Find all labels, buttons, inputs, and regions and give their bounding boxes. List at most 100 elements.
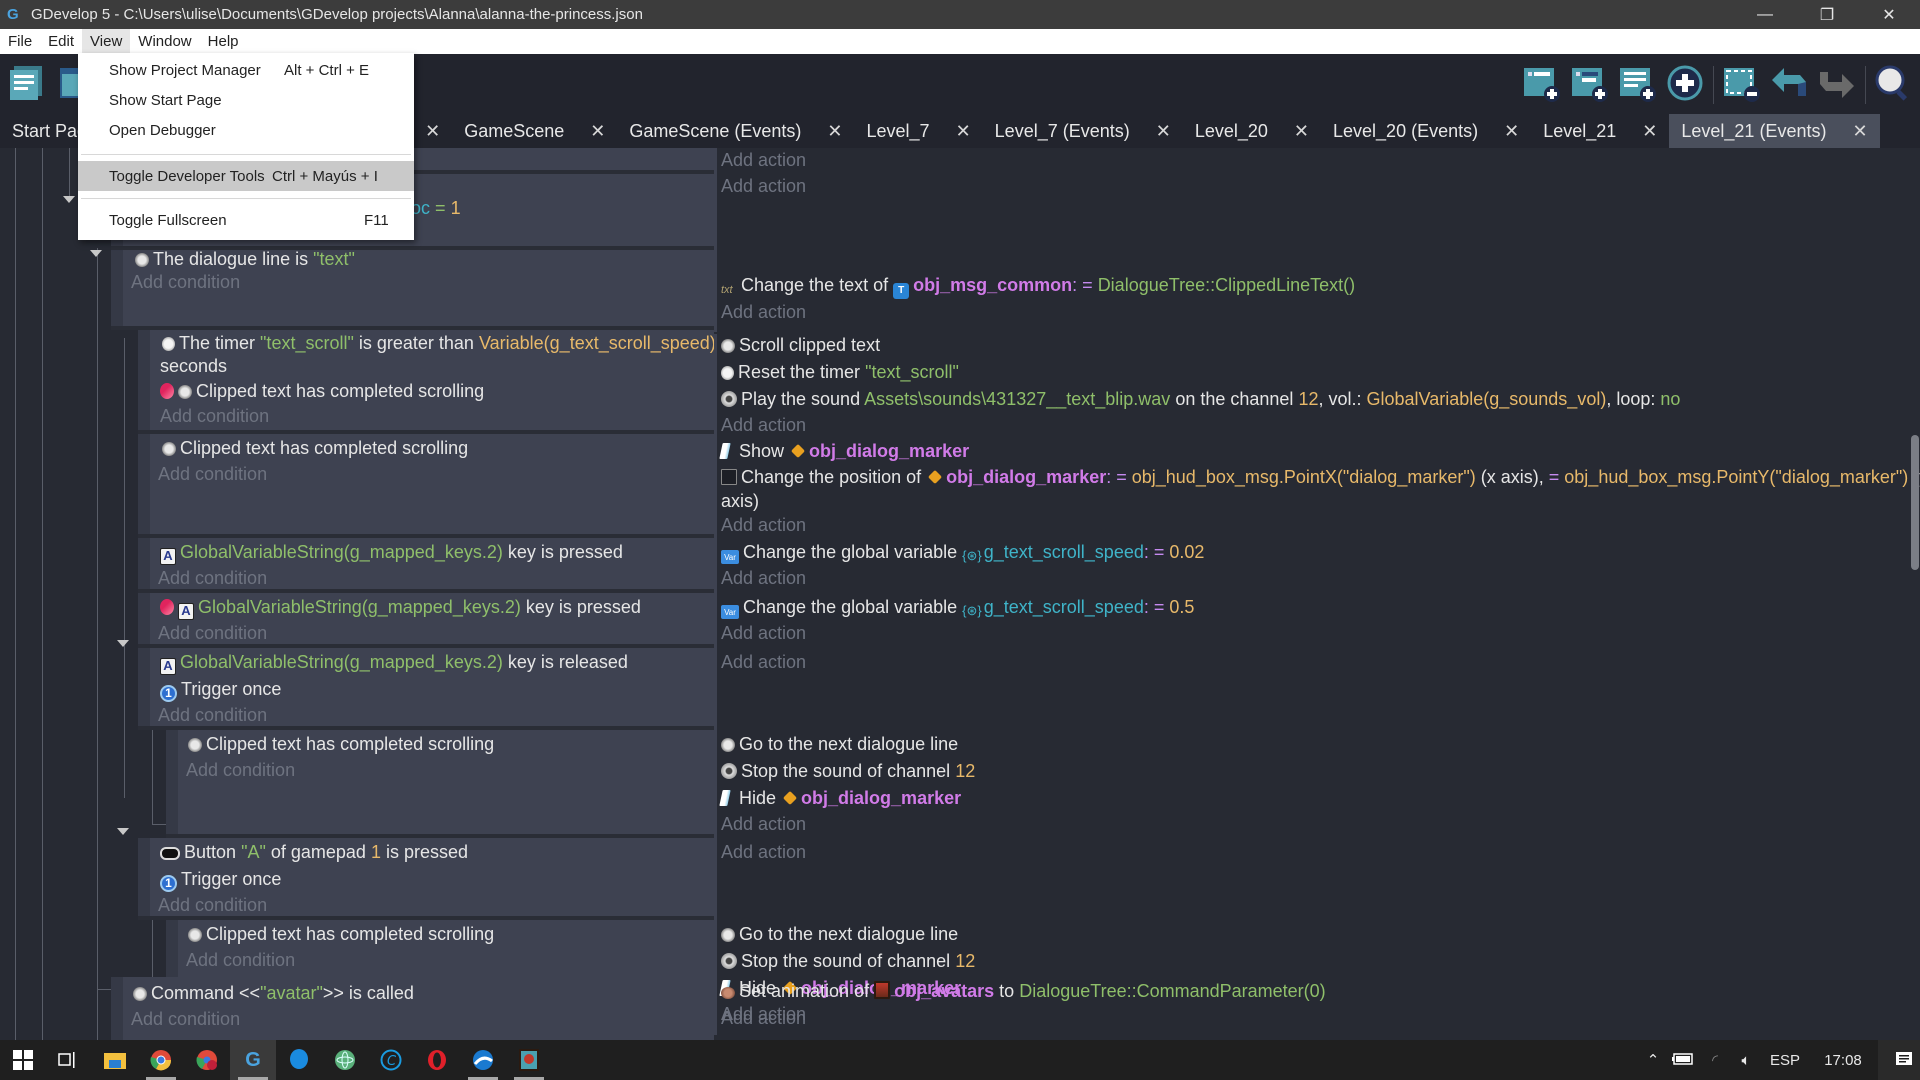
add-sub-event-icon[interactable] [1570,64,1608,102]
vertical-scrollbar[interactable] [1911,435,1919,570]
tab-close-icon[interactable]: ✕ [1156,121,1171,142]
tab-close-icon[interactable]: ✕ [1852,121,1867,142]
event-block[interactable]: A GlobalVariableString(g_mapped_keys.2) k… [138,593,714,648]
add-condition-link[interactable]: Add condition [160,406,269,427]
condition-clipped-completed[interactable]: Clipped text has completed scrolling [188,924,494,945]
tab-close-icon[interactable]: ✕ [425,121,440,142]
tab-close-icon[interactable]: ✕ [590,121,605,142]
event-block[interactable]: Command <<"avatar">> is called Add condi… [111,977,714,1035]
action-next-line[interactable]: Go to the next dialogue line [721,924,958,945]
add-condition-link[interactable]: Add condition [158,895,267,916]
tab-level-7-events[interactable]: Level_7 (Events) ✕ [983,114,1183,148]
battery-icon[interactable] [1666,1052,1700,1069]
add-action-link[interactable]: Add action [721,568,806,589]
event-block[interactable]: The timer "text_scroll" is greater than … [138,330,716,434]
add-condition-link[interactable]: Add condition [186,950,295,971]
chrome-profile-icon[interactable] [184,1040,230,1080]
action-next-line[interactable]: Go to the next dialogue line [721,734,958,755]
add-condition-link[interactable]: Add condition [158,464,267,485]
add-comment-icon[interactable] [1618,64,1656,102]
add-action-link[interactable]: Add action [721,302,806,323]
undo-icon[interactable] [1770,64,1808,102]
maximize-button[interactable]: ❐ [1796,0,1858,29]
action-hide-marker[interactable]: Hide obj_dialog_marker [719,788,961,809]
action-stop-sound[interactable]: Stop the sound of channel 12 [721,761,975,782]
ccleaner-icon[interactable]: C [368,1040,414,1080]
add-action-link[interactable]: Add action [721,1008,806,1029]
minimize-button[interactable]: — [1734,0,1796,29]
tab-close-icon[interactable]: ✕ [1642,121,1657,142]
event-block[interactable]: Clipped text has completed scrolling Add… [138,434,714,538]
menu-item-show-project-manager[interactable]: Show Project Manager Alt + Ctrl + E [78,56,414,84]
condition-gamepad-button[interactable]: Button "A" of gamepad 1 is pressed [160,842,468,863]
events-sheet[interactable]: oc = 1 Add action Add action The dialogu… [0,148,1920,1040]
volume-icon[interactable]: 🔈︎ [1730,1052,1762,1069]
collapse-toggle[interactable] [117,828,129,835]
condition-command-called[interactable]: Command <<"avatar">> is called [133,983,414,1004]
condition-clipped-inverted[interactable]: Clipped text has completed scrolling [160,381,484,402]
add-action-link[interactable]: Add action [721,150,806,171]
menu-item-show-start-page[interactable]: Show Start Page [78,86,414,114]
condition-timer[interactable]: The timer "text_scroll" is greater than … [162,333,716,354]
tab-level-21-events[interactable]: Level_21 (Events) ✕ [1669,114,1880,148]
tableplus-icon[interactable] [276,1040,322,1080]
add-action-link[interactable]: Add action [721,623,806,644]
edge-icon[interactable] [460,1040,506,1080]
tab-level-20-events[interactable]: Level_20 (Events) ✕ [1321,114,1531,148]
delete-selection-icon[interactable] [1722,64,1760,102]
wifi-icon[interactable]: ◜ [1700,1051,1730,1069]
tab-close-icon[interactable]: ✕ [1294,121,1309,142]
event-block[interactable]: A GlobalVariableString(g_mapped_keys.2) k… [138,648,714,730]
add-action-link[interactable]: Add action [721,842,806,863]
action-set-animation[interactable]: Set animation of obj_avatars to Dialogue… [721,981,1326,1002]
condition-clipped-completed[interactable]: Clipped text has completed scrolling [188,734,494,755]
add-action-link[interactable]: Add action [721,814,806,835]
close-window-button[interactable]: ✕ [1858,0,1920,29]
add-condition-link[interactable]: Add condition [158,705,267,726]
file-explorer-icon[interactable] [92,1040,138,1080]
event-block[interactable]: Clipped text has completed scrolling Add… [166,730,714,838]
add-condition-link[interactable]: Add condition [131,272,240,293]
tab-level-7[interactable]: Level_7 ✕ [855,114,983,148]
menu-edit[interactable]: Edit [40,29,82,54]
notifications-icon[interactable] [1878,1040,1920,1080]
condition-dialogue-line[interactable]: The dialogue line is "text" [135,249,355,270]
collapse-toggle[interactable] [63,196,75,203]
add-condition-link[interactable]: Add condition [186,760,295,781]
tab-close-icon[interactable]: ✕ [827,121,842,142]
chrome-icon[interactable] [138,1040,184,1080]
add-action-link[interactable]: Add action [721,176,806,197]
tab-gamescene-events[interactable]: GameScene (Events) ✕ [617,114,854,148]
opera-icon[interactable] [414,1040,460,1080]
menu-item-open-debugger[interactable]: Open Debugger [78,116,414,144]
tab-level-21[interactable]: Level_21 ✕ [1531,114,1669,148]
action-play-sound[interactable]: Play the sound Assets\sounds\431327__tex… [721,389,1680,410]
tab-level-20[interactable]: Level_20 ✕ [1183,114,1321,148]
condition-key-released[interactable]: A GlobalVariableString(g_mapped_keys.2) k… [160,652,628,675]
menu-item-toggle-developer-tools[interactable]: Toggle Developer Tools Ctrl + Mayús + I [78,161,414,191]
atom-icon[interactable] [322,1040,368,1080]
project-manager-icon[interactable] [8,64,46,102]
collapse-toggle[interactable] [90,250,102,257]
add-condition-link[interactable]: Add condition [158,623,267,644]
menu-file[interactable]: File [0,29,40,54]
event-block[interactable]: Button "A" of gamepad 1 is pressed 1 Trig… [138,838,714,920]
action-change-text[interactable]: txt Change the text of Tobj_msg_common: =… [721,275,1355,300]
action-change-global-var[interactable]: Var Change the global variable {⊛} g_text_… [721,542,1204,564]
condition-key-pressed[interactable]: A GlobalVariableString(g_mapped_keys.2) k… [160,542,623,565]
action-stop-sound[interactable]: Stop the sound of channel 12 [721,951,975,972]
start-icon[interactable] [0,1040,46,1080]
menu-item-toggle-fullscreen[interactable]: Toggle Fullscreen F11 [78,206,414,234]
menu-window[interactable]: Window [130,29,199,54]
action-reset-timer[interactable]: Reset the timer "text_scroll" [721,362,959,383]
menu-view[interactable]: View [82,29,131,54]
add-action-link[interactable]: Add action [721,415,806,436]
menu-help[interactable]: Help [200,29,247,54]
clock[interactable]: 17:08 [1808,1052,1878,1069]
tab-close-icon[interactable]: ✕ [1504,121,1519,142]
add-other-icon[interactable] [1666,64,1704,102]
condition-clipped-completed[interactable]: Clipped text has completed scrolling [162,438,468,459]
search-icon[interactable] [1874,64,1912,102]
add-condition-link[interactable]: Add condition [158,568,267,589]
redo-icon[interactable] [1818,64,1856,102]
